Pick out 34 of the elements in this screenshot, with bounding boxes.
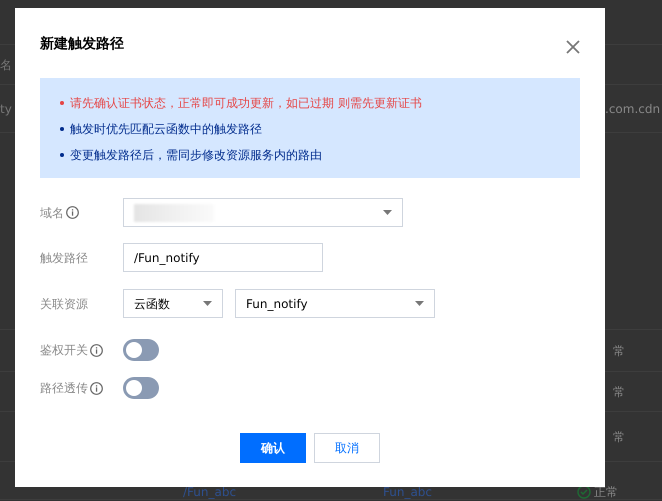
toggle-switch[interactable] xyxy=(123,339,159,361)
toggle-switch[interactable] xyxy=(123,377,159,399)
background-text: 常 xyxy=(613,428,625,446)
field-label: 路径透传 xyxy=(40,380,88,397)
bullet-dot xyxy=(60,153,64,157)
bullet-dot xyxy=(60,101,64,105)
notice-text: 触发时优先匹配云函数中的触发路径 xyxy=(70,121,262,138)
dialog-title: 新建触发路径 xyxy=(40,34,124,54)
domain-select[interactable] xyxy=(123,198,403,227)
confirm-button[interactable]: 确认 xyxy=(240,433,306,463)
field-label: 域名 xyxy=(40,204,64,222)
background-text: .com.cdn xyxy=(605,100,660,118)
caret-icon xyxy=(415,301,424,306)
field-label: 鉴权开关 xyxy=(40,342,88,359)
select-value: Fun_notify xyxy=(246,296,308,312)
background-text: 名 xyxy=(0,58,12,72)
notice-text: 变更触发路径后，需同步修改资源服务内的路由 xyxy=(70,147,322,164)
caret-icon xyxy=(203,301,212,306)
background-text: 正常 xyxy=(594,486,618,499)
caret-icon xyxy=(383,210,392,215)
background-text: 常 xyxy=(613,384,625,400)
notice-text: 请先确认证书状态，正常即可成功更新，如已过期 则需先更新证书 xyxy=(70,95,422,112)
background-text: 常 xyxy=(613,342,625,360)
bullet-dot xyxy=(60,127,64,131)
check-circle-icon xyxy=(577,485,591,499)
background-text: ty xyxy=(0,102,12,116)
resource-select[interactable]: Fun_notify xyxy=(235,289,435,318)
close-button[interactable] xyxy=(566,38,580,52)
field-label: 关联资源 xyxy=(40,296,88,312)
path-input[interactable]: /Fun_notify xyxy=(123,243,323,272)
cancel-button[interactable]: 取消 xyxy=(314,433,380,463)
select-value: 云函数 xyxy=(134,296,170,312)
resource-select[interactable]: 云函数 xyxy=(123,289,223,318)
field-label: 触发路径 xyxy=(40,250,88,266)
